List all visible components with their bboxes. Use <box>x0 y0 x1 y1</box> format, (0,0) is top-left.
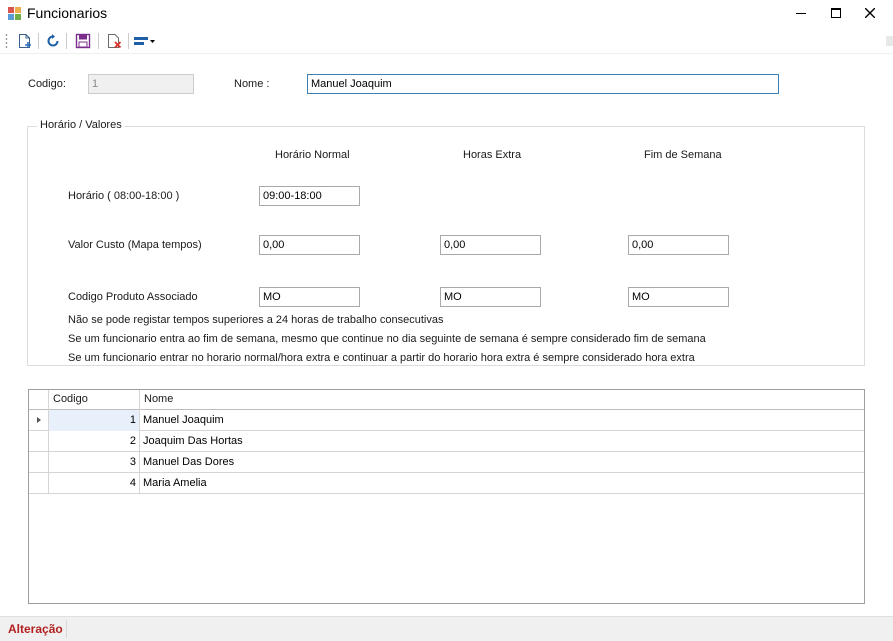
valor-custo-extra-field[interactable]: 0,00 <box>440 235 541 255</box>
valor-custo-fim-semana-field[interactable]: 0,00 <box>628 235 729 255</box>
group-title: Horário / Valores <box>37 119 125 131</box>
layout-dropdown-button[interactable] <box>132 31 158 51</box>
table-row[interactable]: 4 Maria Amelia <box>29 473 864 494</box>
delete-button[interactable] <box>103 31 125 51</box>
valor-custo-normal-field[interactable]: 0,00 <box>259 235 360 255</box>
column-horas-extra: Horas Extra <box>463 149 522 161</box>
close-button[interactable] <box>847 0 893 26</box>
maximize-icon <box>831 8 841 18</box>
cell-nome[interactable]: Maria Amelia <box>140 473 864 494</box>
status-bar: Alteração <box>0 616 893 641</box>
save-icon <box>75 33 91 49</box>
horario-normal-field[interactable]: 09:00-18:00 <box>259 186 360 206</box>
close-icon <box>865 8 875 18</box>
toolbar-separator <box>38 33 39 49</box>
funcionarios-grid[interactable]: Codigo Nome 1 Manuel Joaquim 2 Joaquim D… <box>28 389 865 604</box>
column-fim-de-semana: Fim de Semana <box>644 149 722 161</box>
refresh-button[interactable] <box>42 31 64 51</box>
row-selector[interactable] <box>29 473 49 494</box>
cell-nome[interactable]: Manuel Das Dores <box>140 452 864 473</box>
refresh-icon <box>47 34 59 47</box>
save-button[interactable] <box>72 31 94 51</box>
cell-codigo[interactable]: 4 <box>49 473 140 494</box>
codigo-label: Codigo: <box>28 78 66 90</box>
nome-label: Nome : <box>234 78 270 90</box>
cell-nome[interactable]: Joaquim Das Hortas <box>140 431 864 452</box>
app-icon <box>8 7 22 21</box>
cell-codigo[interactable]: 3 <box>49 452 140 473</box>
window-title: Funcionarios <box>27 5 108 21</box>
layout-dropdown-icon <box>134 37 155 45</box>
toolbar-grip[interactable] <box>5 33 8 49</box>
toolbar-separator <box>128 33 129 49</box>
column-horario-normal: Horário Normal <box>275 149 350 161</box>
row-selector[interactable] <box>29 410 49 431</box>
note-line: Não se pode registar tempos superiores a… <box>68 314 444 326</box>
column-header-nome[interactable]: Nome <box>140 390 864 410</box>
codigo-field[interactable]: 1 <box>88 74 194 94</box>
status-label: Alteração <box>8 622 63 636</box>
status-separator <box>66 620 67 638</box>
column-header-codigo[interactable]: Codigo <box>49 390 140 410</box>
row-header-corner[interactable] <box>29 390 49 410</box>
cell-codigo[interactable]: 1 <box>49 410 140 431</box>
row-selector[interactable] <box>29 431 49 452</box>
horario-label: Horário ( 08:00-18:00 ) <box>68 190 180 202</box>
delete-icon <box>108 34 122 49</box>
table-row[interactable]: 1 Manuel Joaquim <box>29 410 864 431</box>
funcionarios-window: Funcionarios Codigo: 1 Nome: Manuel Joa… <box>0 0 893 641</box>
note-line: Se um funcionario entra ao fim de semana… <box>68 333 706 345</box>
toolbar-separator <box>98 33 99 49</box>
valor-custo-label: Valor Custo (Mapa tempos) <box>68 239 202 251</box>
note-line: Se um funcionario entrar no horario norm… <box>68 352 695 364</box>
row-selector[interactable] <box>29 452 49 473</box>
cell-nome[interactable]: Manuel Joaquim <box>140 410 864 431</box>
cell-codigo[interactable]: 2 <box>49 431 140 452</box>
nome-field[interactable]: Manuel Joaquim <box>307 74 779 94</box>
new-button[interactable] <box>14 31 36 51</box>
codigo-produto-label: Codigo Produto Associado <box>68 291 198 303</box>
toolbar-separator <box>66 33 67 49</box>
grid-header: Codigo Nome <box>29 390 864 410</box>
toolbar <box>0 28 893 54</box>
current-row-arrow-icon <box>37 417 41 423</box>
title-bar: Funcionarios <box>0 0 893 28</box>
table-row[interactable]: 3 Manuel Das Dores <box>29 452 864 473</box>
toolbar-overflow <box>886 36 893 46</box>
new-document-icon <box>19 34 31 48</box>
table-row[interactable]: 2 Joaquim Das Hortas <box>29 431 864 452</box>
codigo-produto-fim-semana-field[interactable]: MO <box>628 287 729 307</box>
codigo-produto-normal-field[interactable]: MO <box>259 287 360 307</box>
minimize-icon <box>796 13 806 14</box>
codigo-produto-extra-field[interactable]: MO <box>440 287 541 307</box>
